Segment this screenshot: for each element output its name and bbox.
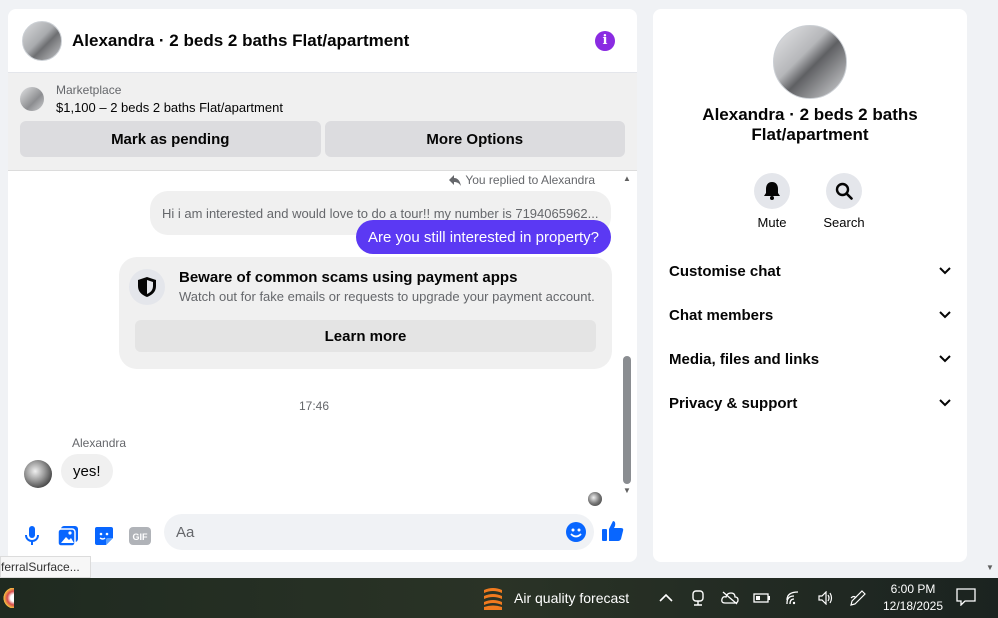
composer: GIF Aa <box>8 514 637 558</box>
sender-name: Alexandra <box>72 436 127 450</box>
reply-arrow-icon <box>449 174 462 186</box>
more-options-button[interactable]: More Options <box>324 121 625 157</box>
bell-icon[interactable] <box>754 173 790 209</box>
page-scroll-down-icon[interactable]: ▼ <box>986 563 994 572</box>
mark-as-pending-button[interactable]: Mark as pending <box>20 121 321 157</box>
learn-more-button[interactable]: Learn more <box>135 320 596 352</box>
sender-avatar[interactable] <box>24 460 52 488</box>
chat-panel: Alexandra · 2 beds 2 baths Flat/apartmen… <box>8 9 637 562</box>
replied-text: You replied to Alexandra <box>465 173 595 187</box>
seen-indicator-avatar <box>588 492 602 506</box>
emoji-icon[interactable] <box>566 522 586 546</box>
clock-time: 6:00 PM <box>890 582 936 596</box>
chevron-down-icon <box>939 311 951 319</box>
volume-icon[interactable] <box>816 588 836 608</box>
chevron-down-icon <box>939 399 951 407</box>
listing-thumbnail <box>20 87 44 111</box>
time-separator: 17:46 <box>298 399 330 413</box>
privacy-support-row[interactable]: Privacy & support <box>669 391 951 415</box>
marketplace-label: Marketplace <box>56 83 122 97</box>
listing-large-avatar[interactable] <box>773 25 847 99</box>
weather-widget[interactable]: Air quality forecast <box>482 586 629 610</box>
chevron-down-icon <box>939 355 951 363</box>
scam-title: Beware of common scams using payment app… <box>179 269 518 286</box>
wifi-icon[interactable] <box>784 588 804 608</box>
meet-now-icon[interactable] <box>688 588 708 608</box>
sticker-icon[interactable] <box>92 524 116 548</box>
weather-label: Air quality forecast <box>514 590 630 606</box>
gif-icon[interactable]: GIF <box>128 524 152 548</box>
mute-label: Mute <box>757 215 787 230</box>
pen-icon[interactable] <box>848 588 868 608</box>
chat-info-panel: Alexandra · 2 beds 2 baths Flat/apartmen… <box>653 9 967 562</box>
scam-warning-card: Beware of common scams using payment app… <box>119 257 612 369</box>
browser-app-icon[interactable] <box>0 588 14 608</box>
outgoing-message[interactable]: Are you still interested in property? <box>356 220 611 254</box>
scam-subtitle: Watch out for fake emails or requests to… <box>179 289 595 304</box>
clock-date: 12/18/2025 <box>882 599 944 613</box>
chat-title[interactable]: Alexandra · 2 beds 2 baths Flat/apartmen… <box>72 31 595 51</box>
marketplace-banner: Marketplace $1,100 – 2 beds 2 baths Flat… <box>8 73 637 171</box>
chat-members-row[interactable]: Chat members <box>669 303 951 327</box>
search-label: Search <box>823 215 865 230</box>
scroll-down-arrow-icon[interactable]: ▼ <box>622 487 632 495</box>
scrollbar-thumb[interactable] <box>623 356 631 484</box>
info-icon[interactable]: i <box>595 30 615 51</box>
photo-icon[interactable] <box>56 524 80 548</box>
gif-label: GIF <box>133 532 149 542</box>
media-files-links-row[interactable]: Media, files and links <box>669 347 951 371</box>
incoming-message[interactable]: yes! <box>61 454 113 488</box>
marketplace-listing[interactable]: Marketplace $1,100 – 2 beds 2 baths Flat… <box>20 83 625 115</box>
customise-chat-label: Customise chat <box>669 262 781 280</box>
notification-icon[interactable] <box>956 588 976 609</box>
cloud-offline-icon[interactable] <box>720 588 740 608</box>
info-panel-title: Alexandra · 2 beds 2 baths Flat/apartmen… <box>702 105 918 144</box>
listing-avatar[interactable] <box>22 20 62 61</box>
air-quality-icon <box>484 588 502 610</box>
taskbar-tooltip: ferralSurface... <box>0 556 91 578</box>
marketplace-buttons: Mark as pending More Options <box>20 121 625 157</box>
chat-members-label: Chat members <box>669 306 774 324</box>
customise-chat-row[interactable]: Customise chat <box>669 259 951 283</box>
message-input-placeholder: Aa <box>176 523 195 541</box>
shield-icon <box>129 269 165 305</box>
message-input[interactable]: Aa <box>164 514 594 550</box>
listing-price: $1,100 – 2 beds 2 baths Flat/apartment <box>56 100 283 115</box>
chevron-down-icon <box>939 267 951 275</box>
taskbar: Air quality forecast 6:00 PM 12/18/2025 <box>0 578 998 618</box>
battery-icon[interactable] <box>752 588 772 608</box>
chat-header: Alexandra · 2 beds 2 baths Flat/apartmen… <box>8 9 637 73</box>
thumbs-up-icon[interactable] <box>602 520 624 547</box>
search-action[interactable]: Search <box>814 173 874 230</box>
search-icon[interactable] <box>826 173 862 209</box>
message-list: You replied to Alexandra Hi i am interes… <box>8 172 637 506</box>
media-files-links-label: Media, files and links <box>669 350 820 368</box>
scroll-up-arrow-icon[interactable]: ▲ <box>622 175 632 183</box>
system-tray <box>656 588 868 608</box>
chevron-up-icon[interactable] <box>656 588 676 608</box>
taskbar-clock[interactable]: 6:00 PM 12/18/2025 <box>872 581 954 615</box>
microphone-icon[interactable] <box>20 524 44 548</box>
mute-action[interactable]: Mute <box>742 173 802 230</box>
replied-note: You replied to Alexandra <box>449 173 595 187</box>
privacy-support-label: Privacy & support <box>669 394 798 412</box>
